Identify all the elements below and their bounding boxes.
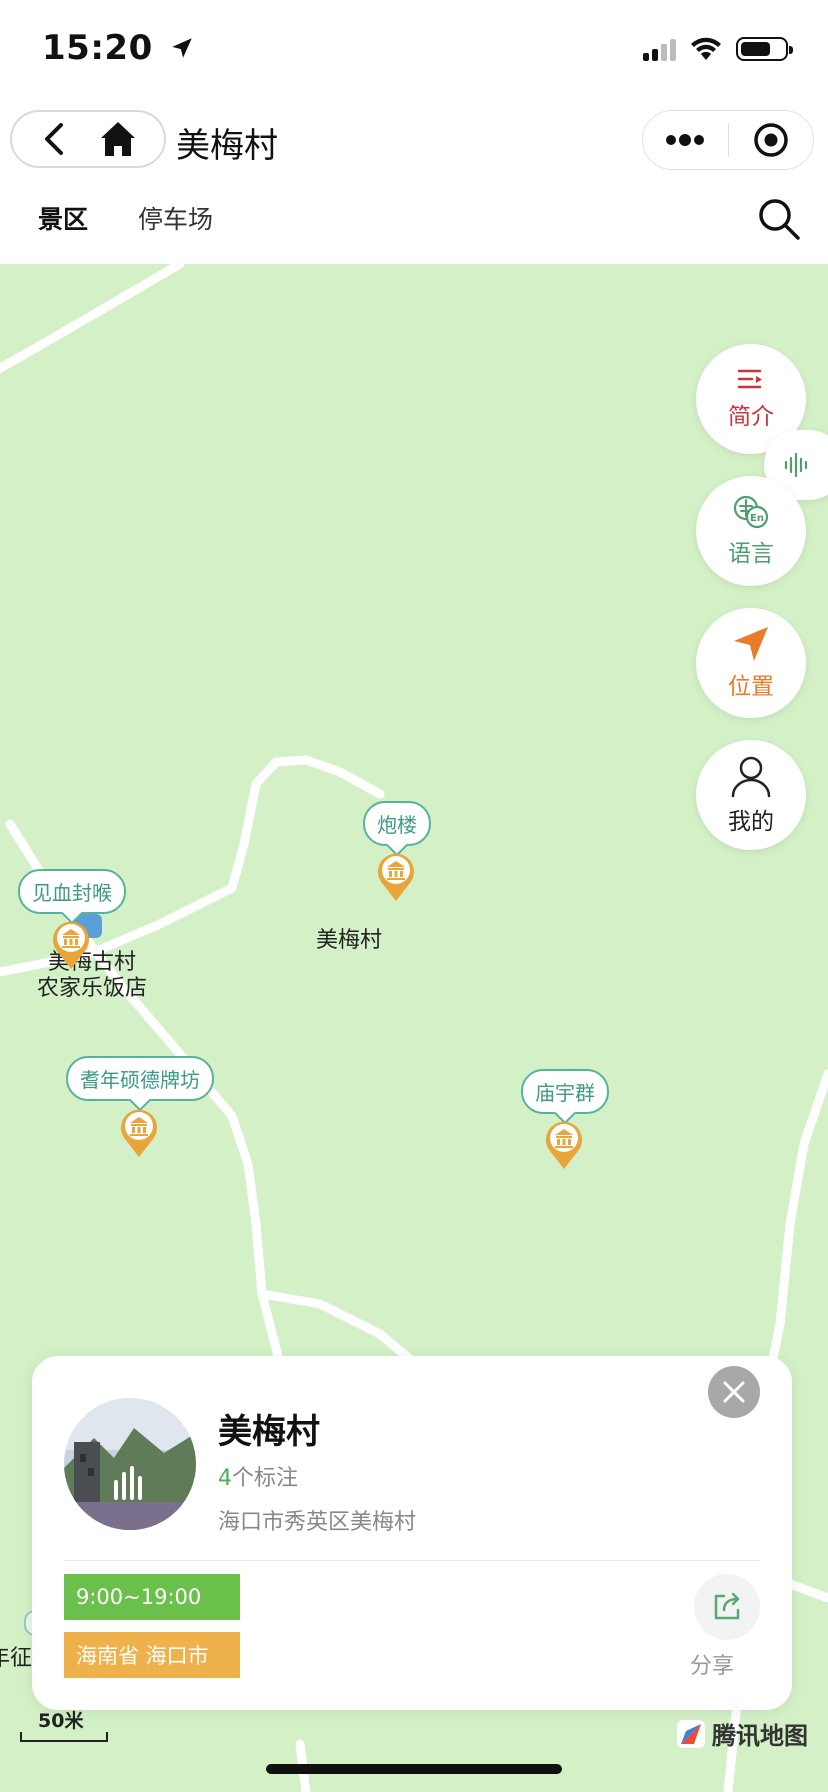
pin-jianxue-icon[interactable] — [51, 918, 91, 970]
nav-capsule — [10, 110, 166, 168]
close-icon — [723, 1381, 745, 1403]
restaurant-line1: 美梅古村 — [47, 950, 136, 975]
close-card-button[interactable] — [708, 1366, 760, 1418]
marker-count: 4个标注 — [218, 1460, 298, 1492]
map-scale-bar — [20, 1732, 108, 1742]
signal-icon — [643, 37, 676, 61]
map-label-edge: 年征 — [0, 1646, 33, 1671]
map-label-village: 美梅村 — [316, 928, 383, 953]
location-button[interactable]: 位置 — [696, 608, 806, 718]
opening-hours-tag: 9:00~19:00 — [64, 1574, 240, 1620]
svg-text:En: En — [750, 513, 764, 524]
status-indicators — [643, 34, 793, 64]
callout-jianxue[interactable]: 见血封喉 — [18, 869, 126, 914]
pin-paolou-icon[interactable] — [376, 850, 416, 902]
location-label: 位置 — [728, 674, 774, 700]
status-time: 15:20 — [42, 28, 195, 68]
map-label-restaurant: 美梅古村 农家乐饭店 — [22, 950, 162, 1002]
home-indicator — [266, 1764, 562, 1774]
callout-miaoyu[interactable]: 庙宇群 — [521, 1069, 609, 1114]
mine-label: 我的 — [728, 809, 774, 835]
pin-qinian-icon[interactable] — [119, 1106, 159, 1158]
marker-count-suffix: 个标注 — [232, 1466, 299, 1491]
location-arrow-icon — [172, 38, 192, 58]
language-icon: En — [733, 495, 769, 529]
more-button[interactable] — [643, 111, 728, 169]
place-title: 美梅村 — [218, 1412, 320, 1452]
miniprogram-capsule — [642, 110, 814, 170]
share-icon — [714, 1592, 740, 1620]
place-photo-audio[interactable] — [64, 1398, 196, 1530]
share-button[interactable] — [694, 1574, 760, 1640]
region-tag: 海南省 海口市 — [64, 1632, 240, 1678]
language-button[interactable]: En 语言 — [696, 476, 806, 586]
audio-wave-icon — [784, 452, 808, 478]
card-divider — [64, 1560, 760, 1561]
place-photo — [64, 1398, 196, 1530]
user-icon — [731, 756, 771, 798]
restaurant-line2: 农家乐饭店 — [36, 976, 147, 1001]
home-icon[interactable] — [98, 119, 138, 159]
intro-list-icon — [737, 369, 762, 389]
close-miniprogram-button[interactable] — [729, 111, 814, 169]
page-title: 美梅村 — [176, 126, 278, 166]
map-logo: 腾讯地图 — [676, 1716, 808, 1751]
battery-icon — [736, 37, 793, 61]
mine-button[interactable]: 我的 — [696, 740, 806, 850]
place-address: 海口市秀英区美梅村 — [218, 1510, 417, 1535]
callout-paolou[interactable]: 炮楼 — [363, 801, 431, 846]
intro-label: 简介 — [728, 404, 774, 430]
share-label: 分享 — [690, 1654, 735, 1679]
tab-parking[interactable]: 停车场 — [138, 200, 213, 236]
location-navigation-icon — [734, 627, 768, 661]
tencent-map-logo-icon — [677, 1719, 705, 1748]
language-label: 语言 — [728, 541, 774, 567]
callout-qinian[interactable]: 耆年硕德牌坊 — [66, 1056, 214, 1101]
search-icon[interactable] — [756, 196, 802, 242]
marker-count-number: 4 — [218, 1466, 232, 1491]
wifi-icon — [691, 37, 721, 60]
map-logo-text: 腾讯地图 — [712, 1722, 808, 1750]
status-time-text: 15:20 — [42, 28, 153, 68]
map-scale-label: 50米 — [38, 1710, 84, 1732]
place-card: 美梅村 4个标注 海口市秀英区美梅村 9:00~19:00 海南省 海口市 分享 — [32, 1356, 792, 1710]
pin-miaoyu-icon[interactable] — [544, 1118, 584, 1170]
back-icon[interactable] — [39, 121, 69, 157]
more-dots-icon — [666, 134, 705, 146]
target-icon — [754, 123, 788, 157]
tab-scenic[interactable]: 景区 — [38, 200, 88, 236]
